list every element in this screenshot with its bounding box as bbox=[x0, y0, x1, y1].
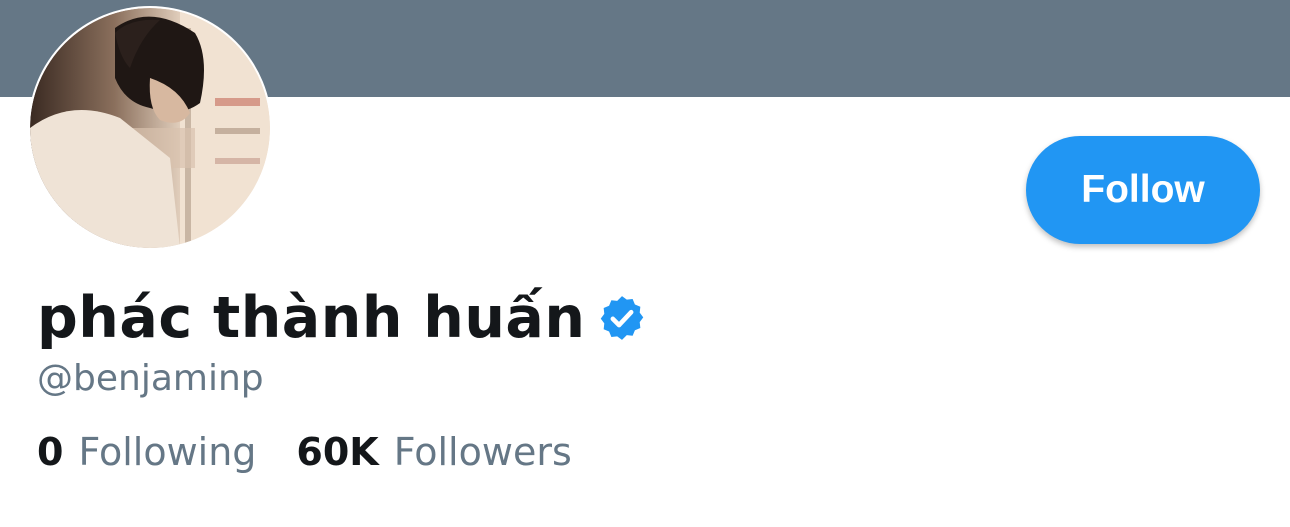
follow-button[interactable]: Follow bbox=[1026, 136, 1260, 244]
following-stat[interactable]: 0 Following bbox=[37, 430, 256, 474]
followers-stat[interactable]: 60K Followers bbox=[296, 430, 571, 474]
display-name: phác thành huấn bbox=[37, 285, 586, 351]
avatar-image bbox=[30, 8, 270, 248]
profile-stats: 0 Following 60K Followers bbox=[37, 430, 572, 474]
profile-handle: @benjaminp bbox=[37, 358, 264, 399]
verified-badge-icon bbox=[597, 293, 647, 343]
following-label: Following bbox=[78, 430, 257, 474]
followers-label: Followers bbox=[393, 430, 572, 474]
followers-count: 60K bbox=[296, 430, 379, 474]
profile-name-row: phác thành huấn bbox=[37, 278, 647, 358]
following-count: 0 bbox=[37, 430, 64, 474]
avatar[interactable] bbox=[28, 6, 272, 250]
